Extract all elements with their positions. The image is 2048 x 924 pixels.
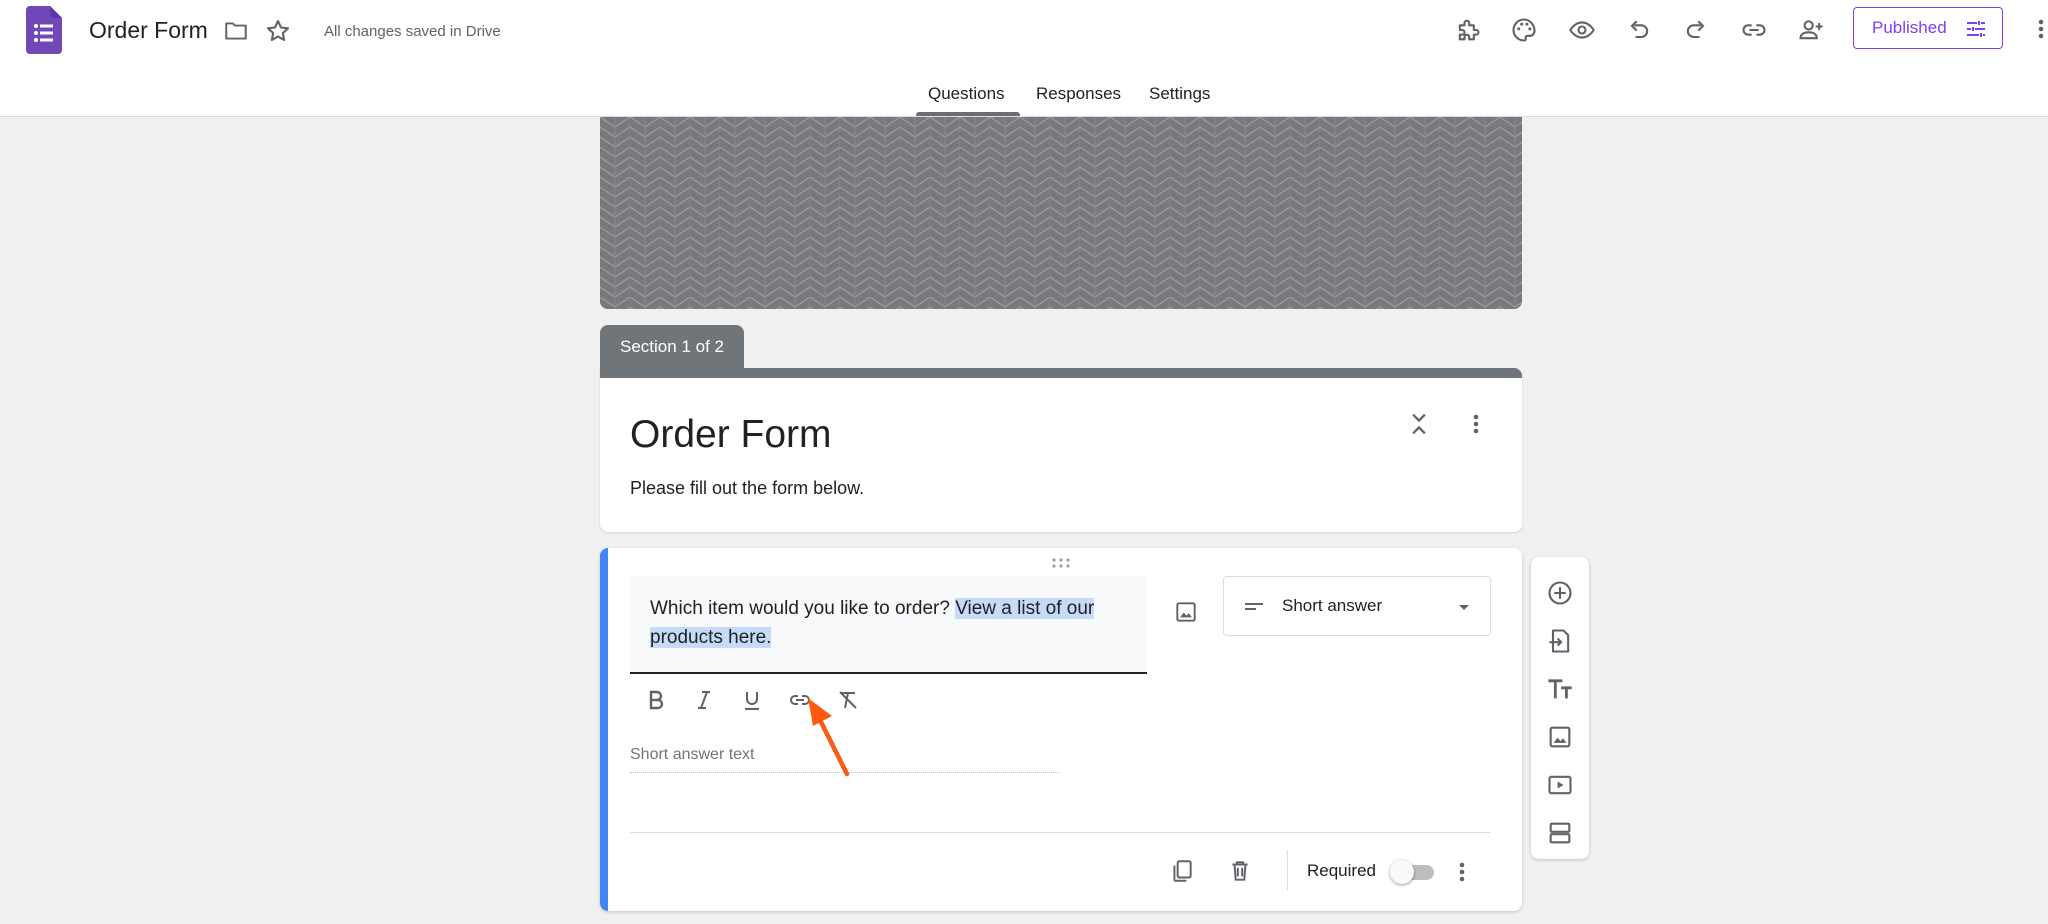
underline-icon[interactable] <box>738 686 766 714</box>
question-text: Which item would you like to order? <box>650 598 956 619</box>
link-icon[interactable] <box>1736 12 1772 48</box>
star-icon[interactable] <box>264 17 292 45</box>
active-card-indicator <box>600 548 608 911</box>
published-button[interactable]: Published <box>1853 7 2003 49</box>
add-title-description-icon[interactable] <box>1544 673 1576 705</box>
redo-icon[interactable] <box>1678 12 1714 48</box>
add-video-icon[interactable] <box>1544 769 1576 801</box>
tab-bar: Questions Responses Settings <box>0 78 2048 116</box>
active-tab-indicator <box>916 112 1020 116</box>
section-label: Section 1 of 2 <box>600 325 744 369</box>
collapse-section-icon[interactable] <box>1405 410 1433 438</box>
bold-icon[interactable] <box>642 686 670 714</box>
top-bar: Order Form All changes saved in Drive Pu… <box>0 0 2048 117</box>
annotation-arrow-icon <box>808 698 850 777</box>
floating-toolbar <box>1531 557 1589 859</box>
footer-separator <box>1287 850 1288 890</box>
form-title[interactable]: Order Form <box>630 413 832 457</box>
published-label: Published <box>1872 18 1947 37</box>
header-image <box>600 117 1522 309</box>
tab-settings[interactable]: Settings <box>1149 84 1210 104</box>
required-label: Required <box>1307 861 1376 880</box>
form-title-card[interactable]: Order Form Please fill out the form belo… <box>600 368 1522 532</box>
toggle-knob <box>1390 860 1414 884</box>
short-answer-icon <box>1245 603 1263 610</box>
section-more-icon[interactable] <box>1464 410 1488 438</box>
document-title[interactable]: Order Form <box>89 17 208 44</box>
add-section-icon[interactable] <box>1544 817 1576 849</box>
chevron-down-icon <box>1459 605 1469 610</box>
question-more-icon[interactable] <box>1450 858 1474 886</box>
question-card[interactable]: Which item would you like to order? View… <box>600 548 1522 911</box>
addons-icon[interactable] <box>1450 12 1486 48</box>
tab-questions[interactable]: Questions <box>928 84 1005 104</box>
add-image-toolbar-icon[interactable] <box>1544 721 1576 753</box>
form-description[interactable]: Please fill out the form below. <box>630 478 864 499</box>
add-collaborator-icon[interactable] <box>1793 12 1829 48</box>
add-image-icon[interactable] <box>1168 594 1204 630</box>
italic-icon[interactable] <box>690 686 718 714</box>
tune-icon <box>1967 21 1985 37</box>
add-question-icon[interactable] <box>1544 577 1576 609</box>
duplicate-icon[interactable] <box>1164 853 1200 889</box>
more-options-icon[interactable] <box>2034 14 2048 44</box>
save-status: All changes saved in Drive <box>324 23 501 40</box>
preview-icon[interactable] <box>1564 12 1600 48</box>
undo-icon[interactable] <box>1621 12 1657 48</box>
required-toggle[interactable] <box>1390 860 1436 884</box>
forms-logo-icon[interactable] <box>26 6 62 54</box>
question-title-field[interactable]: Which item would you like to order? View… <box>630 576 1147 674</box>
card-footer-divider <box>630 832 1491 833</box>
import-questions-icon[interactable] <box>1544 625 1576 657</box>
tab-responses[interactable]: Responses <box>1036 84 1121 104</box>
delete-icon[interactable] <box>1222 853 1258 889</box>
question-type-label: Short answer <box>1282 596 1383 615</box>
question-type-select[interactable]: Short answer <box>1223 576 1491 636</box>
drag-handle-icon[interactable] <box>1050 556 1072 570</box>
folder-icon[interactable] <box>222 18 250 44</box>
palette-icon[interactable] <box>1506 12 1542 48</box>
